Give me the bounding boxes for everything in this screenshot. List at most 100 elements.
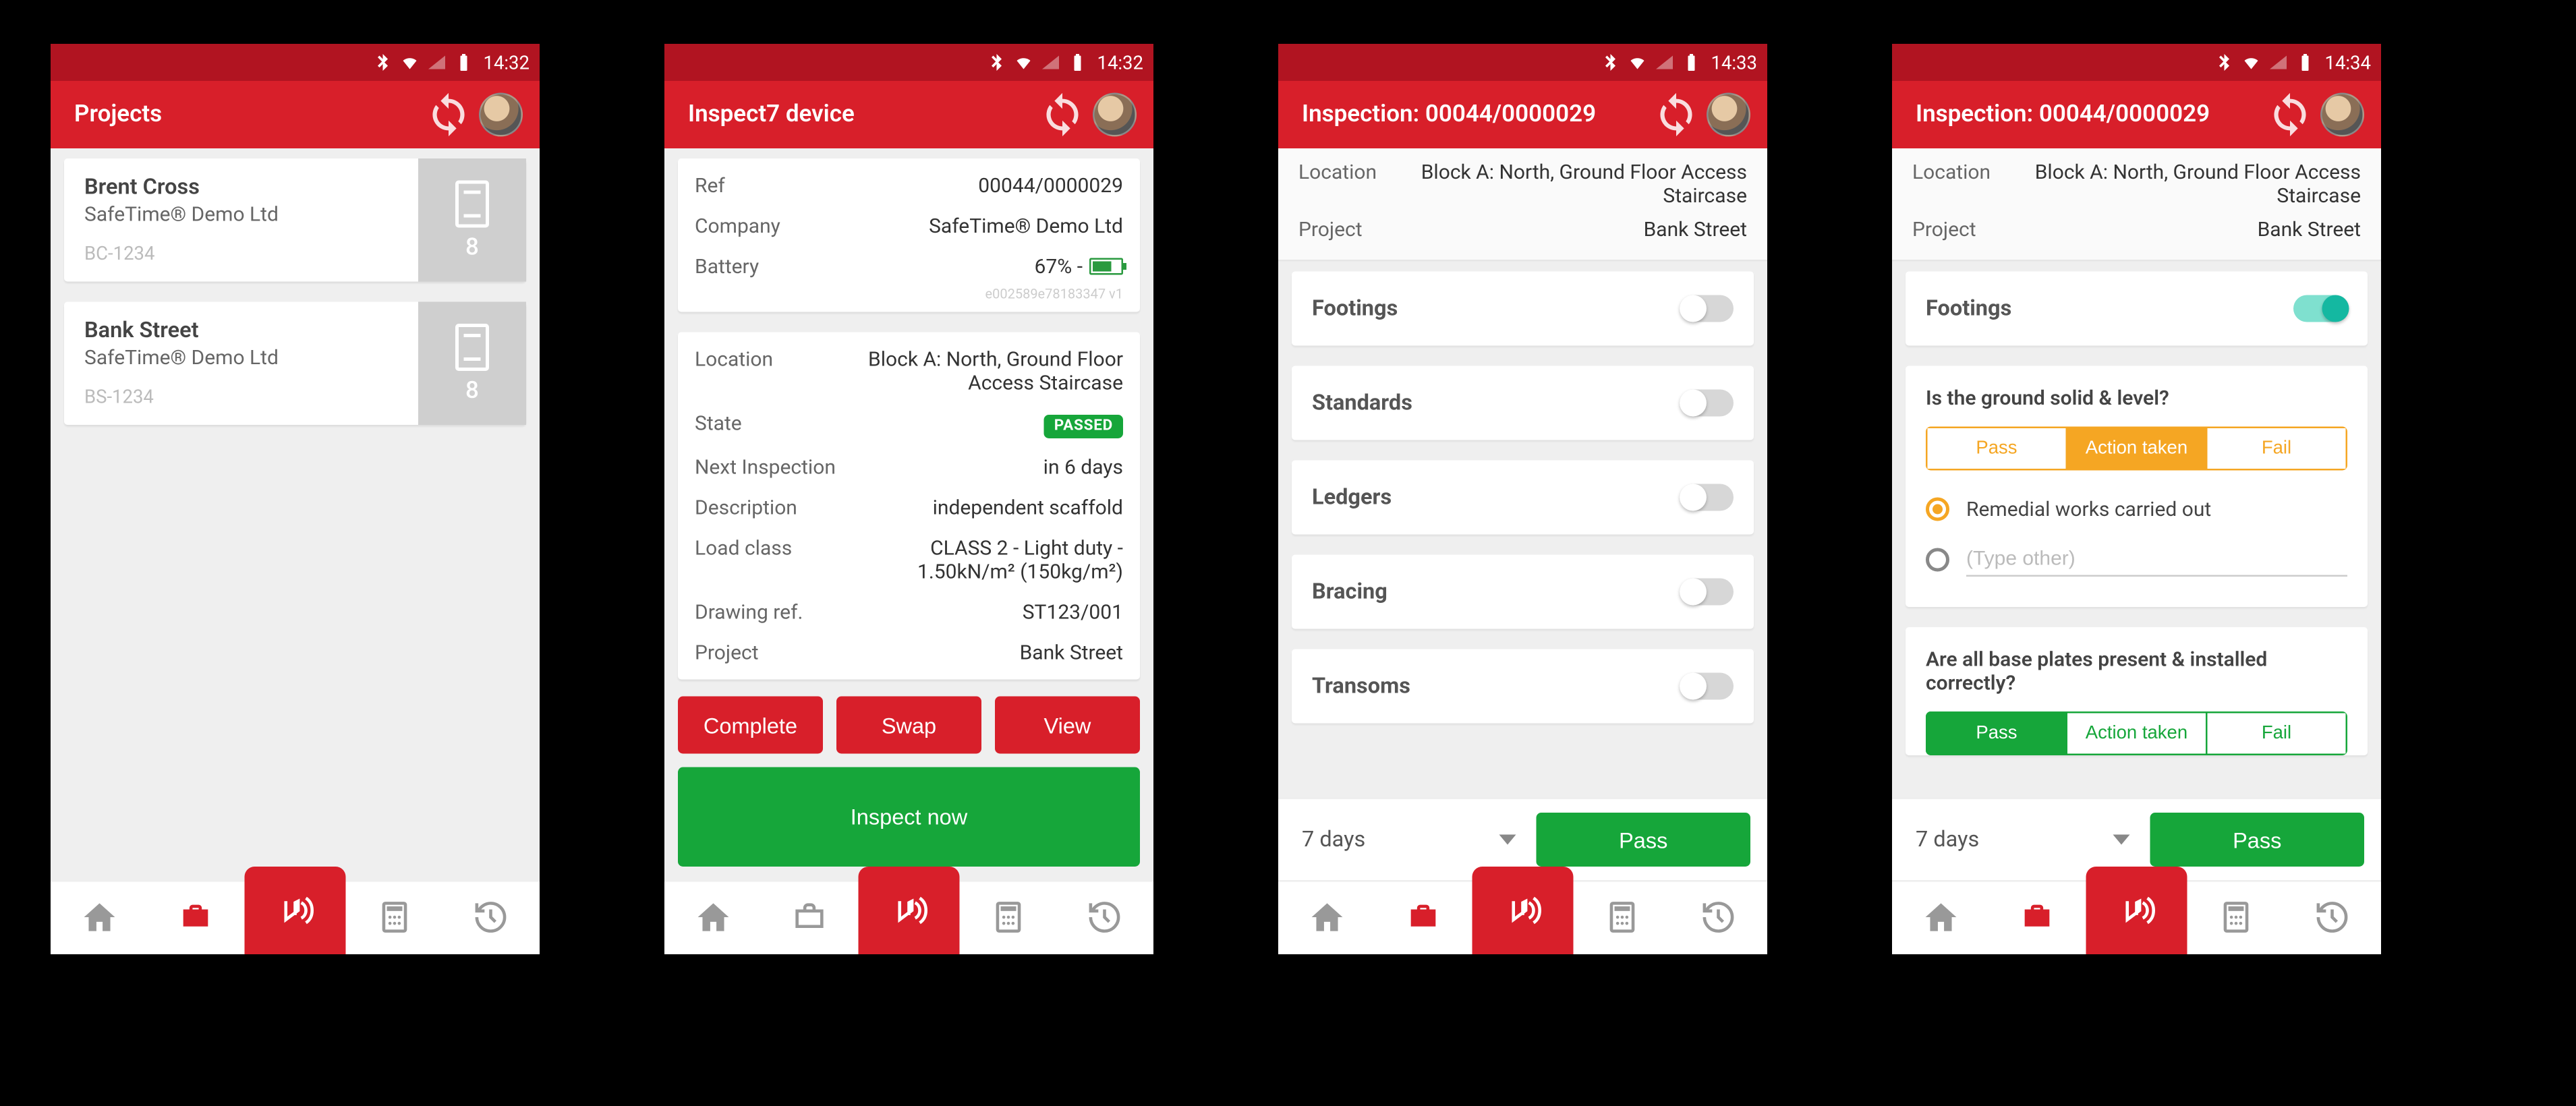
answer-segment: Pass Action taken Fail <box>1926 427 2347 471</box>
nav-history-icon[interactable] <box>442 880 540 954</box>
state-label: State <box>695 411 836 438</box>
nav-briefcase-icon[interactable] <box>762 880 859 954</box>
swap-button[interactable]: Swap <box>836 697 981 754</box>
bottom-nav <box>664 880 1153 954</box>
section-header[interactable]: Footings <box>1906 272 2368 346</box>
nav-home-icon[interactable] <box>1892 880 1989 954</box>
project-label: Project <box>695 641 836 664</box>
status-time: 14:32 <box>483 51 529 74</box>
project-label: Project <box>1912 218 2030 241</box>
state-badge: PASSED <box>1044 415 1123 438</box>
sync-icon[interactable] <box>2266 91 2314 138</box>
phone-screen-projects: 14:32 Projects Brent Cross SafeTime® Dem… <box>51 44 540 954</box>
nav-nfc-icon[interactable] <box>859 867 960 954</box>
complete-button[interactable]: Complete <box>678 697 823 754</box>
checklist-item[interactable]: Standards <box>1292 366 1754 440</box>
page-title: Inspection: 00044/0000029 <box>1302 101 1653 128</box>
checklist-item[interactable]: Bracing <box>1292 555 1754 629</box>
nav-home-icon[interactable] <box>664 880 762 954</box>
status-time: 14:34 <box>2324 51 2371 74</box>
inspection-question: LocationBlock A: North, Ground Floor Acc… <box>1892 148 2381 880</box>
battery-icon <box>1680 53 1700 73</box>
project-device-count[interactable]: 8 <box>418 302 526 426</box>
nav-calculator-icon[interactable] <box>1574 880 1671 954</box>
view-button[interactable]: View <box>995 697 1140 754</box>
project-card[interactable]: Brent Cross SafeTime® Demo Ltd BC-1234 8 <box>64 158 526 282</box>
seg-pass-button[interactable]: Pass <box>1926 711 2067 755</box>
nav-home-icon[interactable] <box>51 880 148 954</box>
nav-briefcase-icon[interactable] <box>148 880 245 954</box>
inspect-now-button[interactable]: Inspect now <box>678 767 1140 867</box>
nav-calculator-icon[interactable] <box>960 880 1057 954</box>
sync-icon[interactable] <box>1039 91 1086 138</box>
location-label: Location <box>1912 161 2030 208</box>
nav-briefcase-icon[interactable] <box>1375 880 1472 954</box>
page-title: Inspection: 00044/0000029 <box>1916 101 2266 128</box>
checklist-item[interactable]: Transoms <box>1292 649 1754 724</box>
location-label: Location <box>1298 161 1416 208</box>
nav-history-icon[interactable] <box>2284 880 2381 954</box>
avatar[interactable] <box>2320 93 2364 137</box>
battery-value: 67% - <box>1035 255 1083 279</box>
sync-icon[interactable] <box>425 91 472 138</box>
device-id: e002589e78183347 v1 <box>695 287 1123 305</box>
nav-history-icon[interactable] <box>1056 880 1153 954</box>
battery-icon <box>453 53 473 73</box>
next-inspection-label: Next Inspection <box>695 455 836 479</box>
avatar[interactable] <box>479 93 523 137</box>
bottom-nav <box>1892 880 2381 954</box>
nav-home-icon[interactable] <box>1278 880 1375 954</box>
nav-nfc-icon[interactable] <box>2086 867 2187 954</box>
checklist-item[interactable]: Footings <box>1292 272 1754 346</box>
project-device-count[interactable]: 8 <box>418 158 526 282</box>
bluetooth-icon <box>1599 53 1620 73</box>
location-value: Block A: North, Ground Floor Access Stai… <box>2030 161 2361 208</box>
nav-nfc-icon[interactable] <box>1472 867 1574 954</box>
sync-icon[interactable] <box>1653 91 1700 138</box>
toggle[interactable] <box>2293 295 2347 322</box>
avatar[interactable] <box>1093 93 1137 137</box>
seg-fail-button[interactable]: Fail <box>2208 711 2348 755</box>
nav-briefcase-icon[interactable] <box>1989 880 2086 954</box>
question-card: Are all base plates present & installed … <box>1906 627 2368 755</box>
frequency-dropdown[interactable]: 7 days <box>1295 813 1523 867</box>
device-detail: Ref00044/0000029 CompanySafeTime® Demo L… <box>664 148 1153 880</box>
nav-history-icon[interactable] <box>1670 880 1767 954</box>
project-name: Brent Cross <box>84 175 398 201</box>
pass-button[interactable]: Pass <box>2150 813 2365 867</box>
seg-action-button[interactable]: Action taken <box>2067 711 2208 755</box>
seg-fail-button[interactable]: Fail <box>2208 427 2348 471</box>
checklist-item[interactable]: Ledgers <box>1292 461 1754 535</box>
seg-pass-button[interactable]: Pass <box>1926 427 2067 471</box>
page-title: Projects <box>74 101 425 128</box>
other-input[interactable] <box>1966 542 2347 577</box>
status-time: 14:32 <box>1097 51 1143 74</box>
location-value: Block A: North, Ground Floor Access Stai… <box>836 347 1123 395</box>
bluetooth-icon <box>372 53 392 73</box>
app-bar: Inspect7 device <box>664 81 1153 148</box>
radio-option-other[interactable] <box>1926 531 2347 587</box>
project-card[interactable]: Bank Street SafeTime® Demo Ltd BS-1234 8 <box>64 302 526 426</box>
nav-calculator-icon[interactable] <box>346 880 443 954</box>
toggle[interactable] <box>1680 673 1734 700</box>
question-card: Is the ground solid & level? Pass Action… <box>1906 366 2368 608</box>
wifi-icon <box>2240 53 2260 73</box>
pass-button[interactable]: Pass <box>1537 813 1751 867</box>
frequency-dropdown[interactable]: 7 days <box>1909 813 2137 867</box>
nav-calculator-icon[interactable] <box>2187 880 2285 954</box>
company-value: SafeTime® Demo Ltd <box>836 214 1123 238</box>
nav-nfc-icon[interactable] <box>245 867 346 954</box>
status-bar: 14:32 <box>51 44 540 81</box>
battery-icon <box>1066 53 1087 73</box>
device-summary-card: Ref00044/0000029 CompanySafeTime® Demo L… <box>678 158 1140 312</box>
toggle[interactable] <box>1680 579 1734 606</box>
status-bar: 14:32 <box>664 44 1153 81</box>
seg-action-button[interactable]: Action taken <box>2067 427 2208 471</box>
avatar[interactable] <box>1707 93 1750 137</box>
toggle[interactable] <box>1680 390 1734 417</box>
radio-option[interactable]: Remedial works carried out <box>1926 488 2347 531</box>
wifi-icon <box>399 53 419 73</box>
toggle[interactable] <box>1680 484 1734 511</box>
next-inspection-value: in 6 days <box>836 455 1123 479</box>
toggle[interactable] <box>1680 295 1734 322</box>
